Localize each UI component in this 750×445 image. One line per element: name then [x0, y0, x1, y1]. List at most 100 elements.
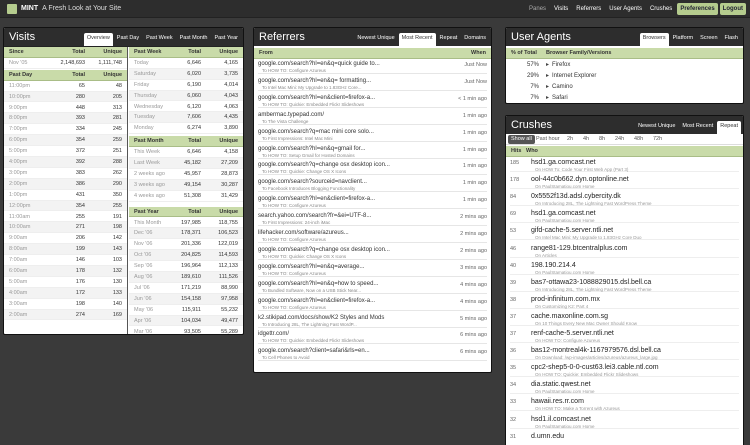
tab-crushes-most-recent[interactable]: Most Recent: [679, 121, 716, 132]
crush-host[interactable]: 0x5552f13d.adsl.cybercity.dk: [531, 193, 621, 200]
crush-item[interactable]: 69 hsd1.ga.comcast.net On PaulStamatiou.co…: [510, 210, 739, 224]
filter-range[interactable]: Past hour: [533, 135, 563, 144]
crush-host[interactable]: bas7-ottawa23-1088829015.dsl.bell.ca: [531, 279, 651, 286]
referrer-item[interactable]: google.com/search?hl=en&client=firefox-a…: [258, 95, 487, 108]
referrer-url[interactable]: lifehacker.com/software/azureus...: [258, 230, 349, 236]
referrer-item[interactable]: google.com/search?q=mac mini core solo..…: [258, 129, 487, 142]
preferences-button[interactable]: Preferences: [677, 3, 718, 15]
crush-item[interactable]: 32 hsd1.il.comcast.net On PaulStamatiou.co…: [510, 416, 739, 429]
tab-crushes-newest-unique[interactable]: Newest Unique: [635, 121, 678, 132]
referrer-item[interactable]: google.com/search?hl=en&q=gmail for... To…: [258, 146, 487, 159]
tab-crushes-repeat[interactable]: Repeat: [717, 121, 741, 134]
logout-button[interactable]: Logout: [719, 3, 746, 15]
expand-arrow-icon[interactable]: ▸: [546, 93, 549, 103]
tab-flash[interactable]: Flash: [722, 33, 741, 44]
nav-crushes[interactable]: Crushes: [647, 3, 675, 15]
browser-name[interactable]: ▸ Safari: [546, 93, 568, 103]
crush-host[interactable]: renf-cache-5.server.ntli.net: [531, 330, 614, 337]
referrer-url[interactable]: google.com/search?q=change osx desktop i…: [258, 247, 390, 253]
referrer-item[interactable]: lifehacker.com/software/azureus... To HOW…: [258, 230, 487, 243]
expand-arrow-icon[interactable]: ▸: [546, 71, 549, 82]
filter-range[interactable]: 24h: [612, 135, 627, 144]
tab-past-month[interactable]: Past Month: [177, 33, 211, 44]
browser-name[interactable]: ▸ Firefox: [546, 60, 570, 71]
tab-past-year[interactable]: Past Year: [211, 33, 241, 44]
crush-item[interactable]: 37 cache.maxonline.com.sg On 10 Things Eve…: [510, 313, 739, 326]
expand-arrow-icon[interactable]: ▸: [546, 60, 549, 71]
expand-arrow-icon[interactable]: ▸: [546, 82, 549, 93]
crush-host[interactable]: gifd-cache-5.server.ntli.net: [531, 227, 613, 234]
crush-item[interactable]: 37 renf-cache-5.server.ntli.net On HOW TO:…: [510, 330, 739, 343]
crush-item[interactable]: 39 bas7-ottawa23-1088829015.dsl.bell.ca On…: [510, 279, 739, 292]
referrer-url[interactable]: idgettr.com/: [258, 331, 289, 337]
referrer-item[interactable]: google.com/search?hl=en&q=quick guide to…: [258, 61, 487, 74]
referrer-url[interactable]: search.yahoo.com/search?fr=&ei=UTF-8...: [258, 213, 371, 219]
referrer-url[interactable]: google.com/search?hl=en&q=gmail for...: [258, 146, 365, 152]
crush-item[interactable]: 53 gifd-cache-5.server.ntli.net On Intel M…: [510, 227, 739, 241]
crush-host[interactable]: ool-44c0b662.dyn.optonline.net: [531, 176, 629, 183]
crush-host[interactable]: 198.190.214.4: [531, 262, 576, 269]
crush-item[interactable]: 40 198.190.214.4 On PaulStamatiou.com Home: [510, 262, 739, 275]
tab-screen[interactable]: Screen: [697, 33, 720, 44]
referrer-item[interactable]: google.com/search?hl=en&client=firefox-a…: [258, 298, 487, 311]
referrer-url[interactable]: google.com/search?hl=en&client=firefox-a…: [258, 196, 375, 202]
browser-row[interactable]: 7% ▸ Camino: [506, 82, 743, 93]
referrer-item[interactable]: google.com/search?hl=en&q=average... To H…: [258, 264, 487, 277]
referrer-item[interactable]: search.yahoo.com/search?fr=&ei=UTF-8... T…: [258, 213, 487, 227]
browser-row[interactable]: 7% ▸ Safari: [506, 93, 743, 103]
tab-browsers[interactable]: Browsers: [639, 33, 669, 46]
crush-host[interactable]: bas12-montreal4k-1167979576.dsl.bell.ca: [531, 347, 661, 354]
crush-item[interactable]: 178 ool-44c0b662.dyn.optonline.net On Paul…: [510, 176, 739, 190]
crush-item[interactable]: 33 hawaii.res.rr.com On HOW TO: Make a Tor…: [510, 398, 739, 412]
referrer-url[interactable]: google.com/search?hl=en&q= formatting...: [258, 78, 371, 84]
filter-show-all[interactable]: Show all: [508, 135, 535, 144]
tab-overview[interactable]: Overview: [83, 33, 113, 46]
tab-past-day[interactable]: Past Day: [114, 33, 142, 44]
crush-item[interactable]: 31 d.umn.edu: [510, 433, 739, 445]
crush-host[interactable]: hsd1.ga.comcast.net: [531, 159, 596, 166]
filter-range[interactable]: 8h: [596, 135, 608, 144]
referrer-url[interactable]: google.com/search?q=mac mini core solo..…: [258, 129, 374, 135]
referrer-url[interactable]: ambermac.typepad.com/: [258, 112, 324, 118]
tab-domains[interactable]: Domains: [461, 33, 489, 44]
filter-range[interactable]: 4h: [580, 135, 592, 144]
referrer-url[interactable]: google.com/search?client=safari&rls=en..…: [258, 348, 370, 354]
crush-host[interactable]: prod-infinitum.com.mx: [531, 296, 600, 303]
crush-item[interactable]: 36 bas12-montreal4k-1167979576.dsl.bell.c…: [510, 347, 739, 361]
tab-past-week[interactable]: Past Week: [143, 33, 176, 44]
tab-platform[interactable]: Platform: [670, 33, 696, 44]
crush-item[interactable]: 46 range81-129.btcentralplus.com On Articl…: [510, 245, 739, 258]
nav-visits[interactable]: Visits: [551, 3, 571, 15]
referrer-item[interactable]: google.com/search?hl=en&client=firefox-a…: [258, 196, 487, 210]
browser-row[interactable]: 57% ▸ Firefox: [506, 60, 743, 71]
crush-host[interactable]: cache.maxonline.com.sg: [531, 313, 608, 320]
referrer-item[interactable]: k2.stikipad.com/docs/show/K2 Styles and …: [258, 315, 487, 328]
referrer-url[interactable]: google.com/search?sourceid=navclient...: [258, 179, 367, 185]
referrer-url[interactable]: google.com/search?hl=en&q=how to speed..…: [258, 281, 378, 287]
crush-item[interactable]: 84 0x5552f13d.adsl.cybercity.dk On Introdu…: [510, 193, 739, 207]
filter-range[interactable]: 2h: [564, 135, 576, 144]
filter-range[interactable]: 72h: [650, 135, 665, 144]
tab-most-recent[interactable]: Most Recent: [398, 33, 436, 46]
crush-item[interactable]: 185 hsd1.ga.comcast.net On HOW To: Code Yo…: [510, 159, 739, 172]
tab-repeat[interactable]: Repeat: [437, 33, 461, 44]
crush-host[interactable]: hawaii.res.rr.com: [531, 398, 584, 405]
crush-host[interactable]: cpc2-shep5-0-0-cust63.lei3.cable.ntl.com: [531, 364, 659, 371]
browser-name[interactable]: ▸ Camino: [546, 82, 573, 93]
referrer-url[interactable]: k2.stikipad.com/docs/show/K2 Styles and …: [258, 315, 384, 321]
referrer-item[interactable]: ambermac.typepad.com/To The Vista Challe…: [258, 112, 487, 125]
tab-newest-unique[interactable]: Newest Unique: [354, 33, 397, 44]
browser-row[interactable]: 29% ▸ Internet Explorer: [506, 71, 743, 82]
referrer-item[interactable]: google.com/search?client=safari&rls=en..…: [258, 348, 487, 362]
browser-name[interactable]: ▸ Internet Explorer: [546, 71, 596, 82]
referrer-url[interactable]: google.com/search?hl=en&q=average...: [258, 264, 364, 270]
referrer-item[interactable]: google.com/search?hl=en&q= formatting...…: [258, 78, 487, 91]
crush-item[interactable]: 35 cpc2-shep5-0-0-cust63.lei3.cable.ntl.c…: [510, 364, 739, 378]
filter-range[interactable]: 48h: [631, 135, 646, 144]
nav-panes[interactable]: Panes: [526, 3, 549, 15]
crush-item[interactable]: 34 dia.static.qwest.net On PaulStamatiou.c…: [510, 381, 739, 395]
nav-referrers[interactable]: Referrers: [573, 3, 604, 15]
referrer-url[interactable]: google.com/search?q=change osx desktop i…: [258, 162, 390, 168]
crush-host[interactable]: d.umn.edu: [531, 433, 564, 440]
crush-item[interactable]: 38 prod-infinitum.com.mx On Customizing K2…: [510, 296, 739, 309]
